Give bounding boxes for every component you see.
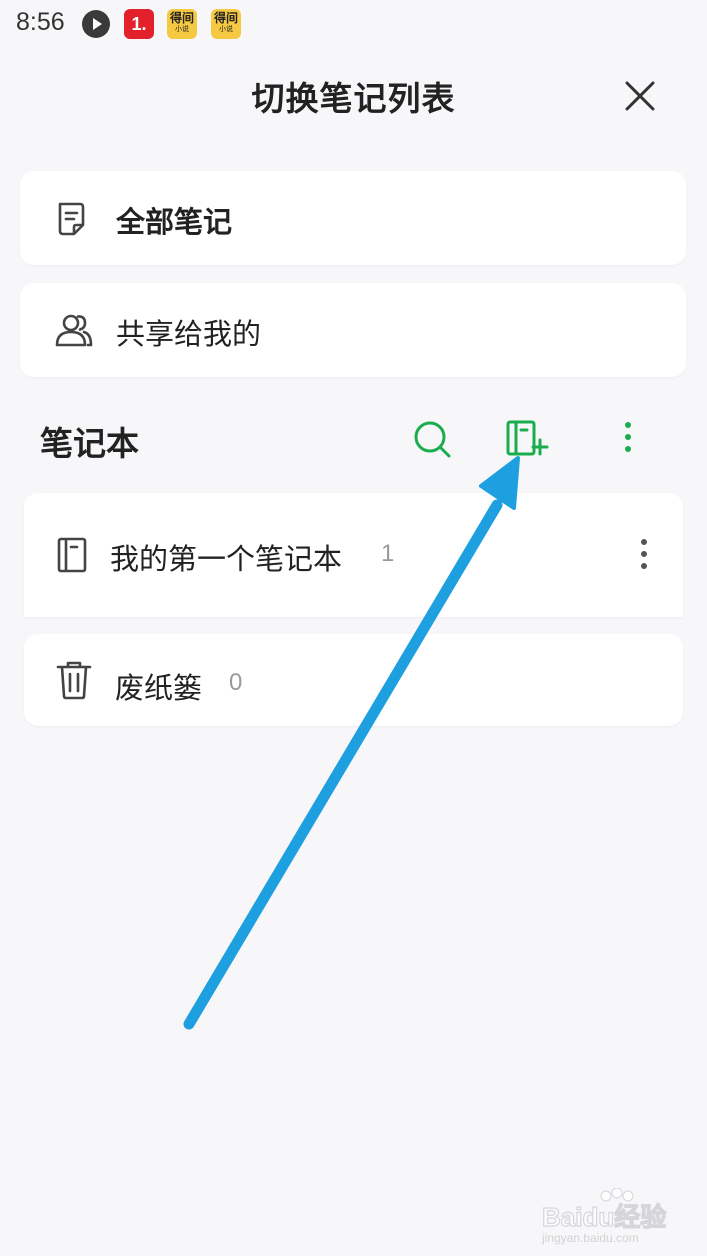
novel-app-sublabel: 小说: [219, 25, 233, 33]
list-item-label: 全部笔记: [116, 205, 233, 239]
notebook-icon: [57, 537, 87, 573]
list-item-label: 共享给我的: [116, 317, 262, 351]
play-icon: [82, 10, 110, 38]
close-icon: [625, 81, 655, 111]
status-bar: 8:56 1. 得间 小说 得间 小说: [0, 0, 707, 50]
app-1-icon: 1.: [124, 9, 154, 39]
search-button[interactable]: [412, 419, 454, 465]
notebook-item-label: 我的第一个笔记本: [110, 542, 343, 576]
notebook-item-more-button[interactable]: [634, 537, 654, 573]
trash-item[interactable]: 废纸篓 0: [24, 634, 683, 726]
novel-app-label: 得间: [213, 11, 238, 25]
note-icon: [58, 202, 85, 236]
trash-item-count: 0: [229, 669, 243, 696]
list-item-shared[interactable]: 共享给我的: [20, 283, 686, 377]
new-notebook-icon: [506, 420, 549, 456]
section-title: 笔记本: [40, 424, 139, 463]
more-vertical-icon: [625, 422, 631, 452]
search-icon: [414, 421, 451, 458]
novel-app-label: 得间: [169, 11, 194, 25]
new-notebook-button[interactable]: [505, 419, 549, 463]
baidu-watermark: Baidu经验 jingyan.baidu.com: [542, 1188, 667, 1245]
watermark-text: Baidu经验: [542, 1202, 666, 1232]
novel-app-icon: 得间 小说: [167, 9, 197, 39]
novel-app-sublabel: 小说: [175, 25, 189, 33]
close-button[interactable]: [620, 76, 660, 116]
status-time: 8:56: [16, 8, 65, 36]
people-icon: [55, 314, 93, 347]
notebook-item[interactable]: 我的第一个笔记本 1: [24, 493, 683, 617]
list-item-all-notes[interactable]: 全部笔记: [20, 171, 686, 265]
notebook-item-count: 1: [381, 540, 395, 567]
page-title: 切换笔记列表: [251, 79, 456, 118]
trash-icon: [56, 661, 92, 700]
more-vertical-icon: [641, 539, 647, 569]
watermark-sub: jingyan.baidu.com: [542, 1231, 639, 1245]
trash-item-label: 废纸篓: [115, 671, 203, 705]
novel-app-icon: 得间 小说: [211, 9, 241, 39]
more-button[interactable]: [619, 420, 637, 460]
